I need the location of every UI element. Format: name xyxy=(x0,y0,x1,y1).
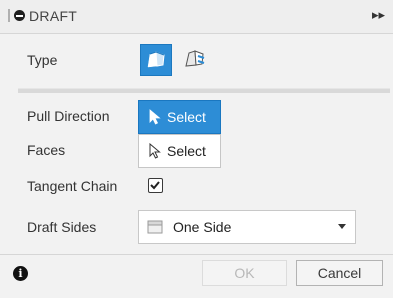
dialog-header: DRAFT ▸▸ xyxy=(0,0,393,34)
tangent-chain-checkbox[interactable] xyxy=(148,178,163,193)
ok-button[interactable]: OK xyxy=(202,260,287,286)
collapse-icon[interactable]: ▸▸ xyxy=(372,7,385,23)
tangent-chain-label: Tangent Chain xyxy=(27,178,118,194)
draft-dialog: DRAFT ▸▸ Type Pull Direction Select Face… xyxy=(0,0,393,298)
faces-select-label: Select xyxy=(167,143,206,159)
minus-circle-icon xyxy=(14,10,25,21)
parting-line-draft-icon[interactable] xyxy=(180,44,212,76)
chevron-down-icon xyxy=(338,224,346,229)
drag-grip[interactable] xyxy=(8,9,10,22)
pull-direction-label: Pull Direction xyxy=(27,108,110,124)
faces-label: Faces xyxy=(27,142,66,158)
draft-sides-dropdown[interactable]: One Side xyxy=(138,210,356,244)
checkmark-icon xyxy=(150,181,160,190)
type-label: Type xyxy=(27,52,58,68)
dialog-title: DRAFT xyxy=(29,8,78,24)
one-side-icon xyxy=(147,220,163,234)
faces-select-button[interactable]: Select xyxy=(138,134,221,168)
angle-draft-icon[interactable] xyxy=(140,44,172,76)
info-icon[interactable]: i xyxy=(13,266,28,281)
draft-sides-value: One Side xyxy=(173,219,232,235)
pull-direction-select-label: Select xyxy=(167,109,206,125)
cursor-arrow-icon xyxy=(149,143,161,159)
dialog-footer: i OK Cancel xyxy=(0,254,393,299)
cancel-button[interactable]: Cancel xyxy=(296,260,383,286)
draft-sides-label: Draft Sides xyxy=(27,219,97,235)
section-divider xyxy=(18,88,390,93)
pull-direction-select-button[interactable]: Select xyxy=(138,100,221,134)
cursor-arrow-icon xyxy=(149,109,161,125)
